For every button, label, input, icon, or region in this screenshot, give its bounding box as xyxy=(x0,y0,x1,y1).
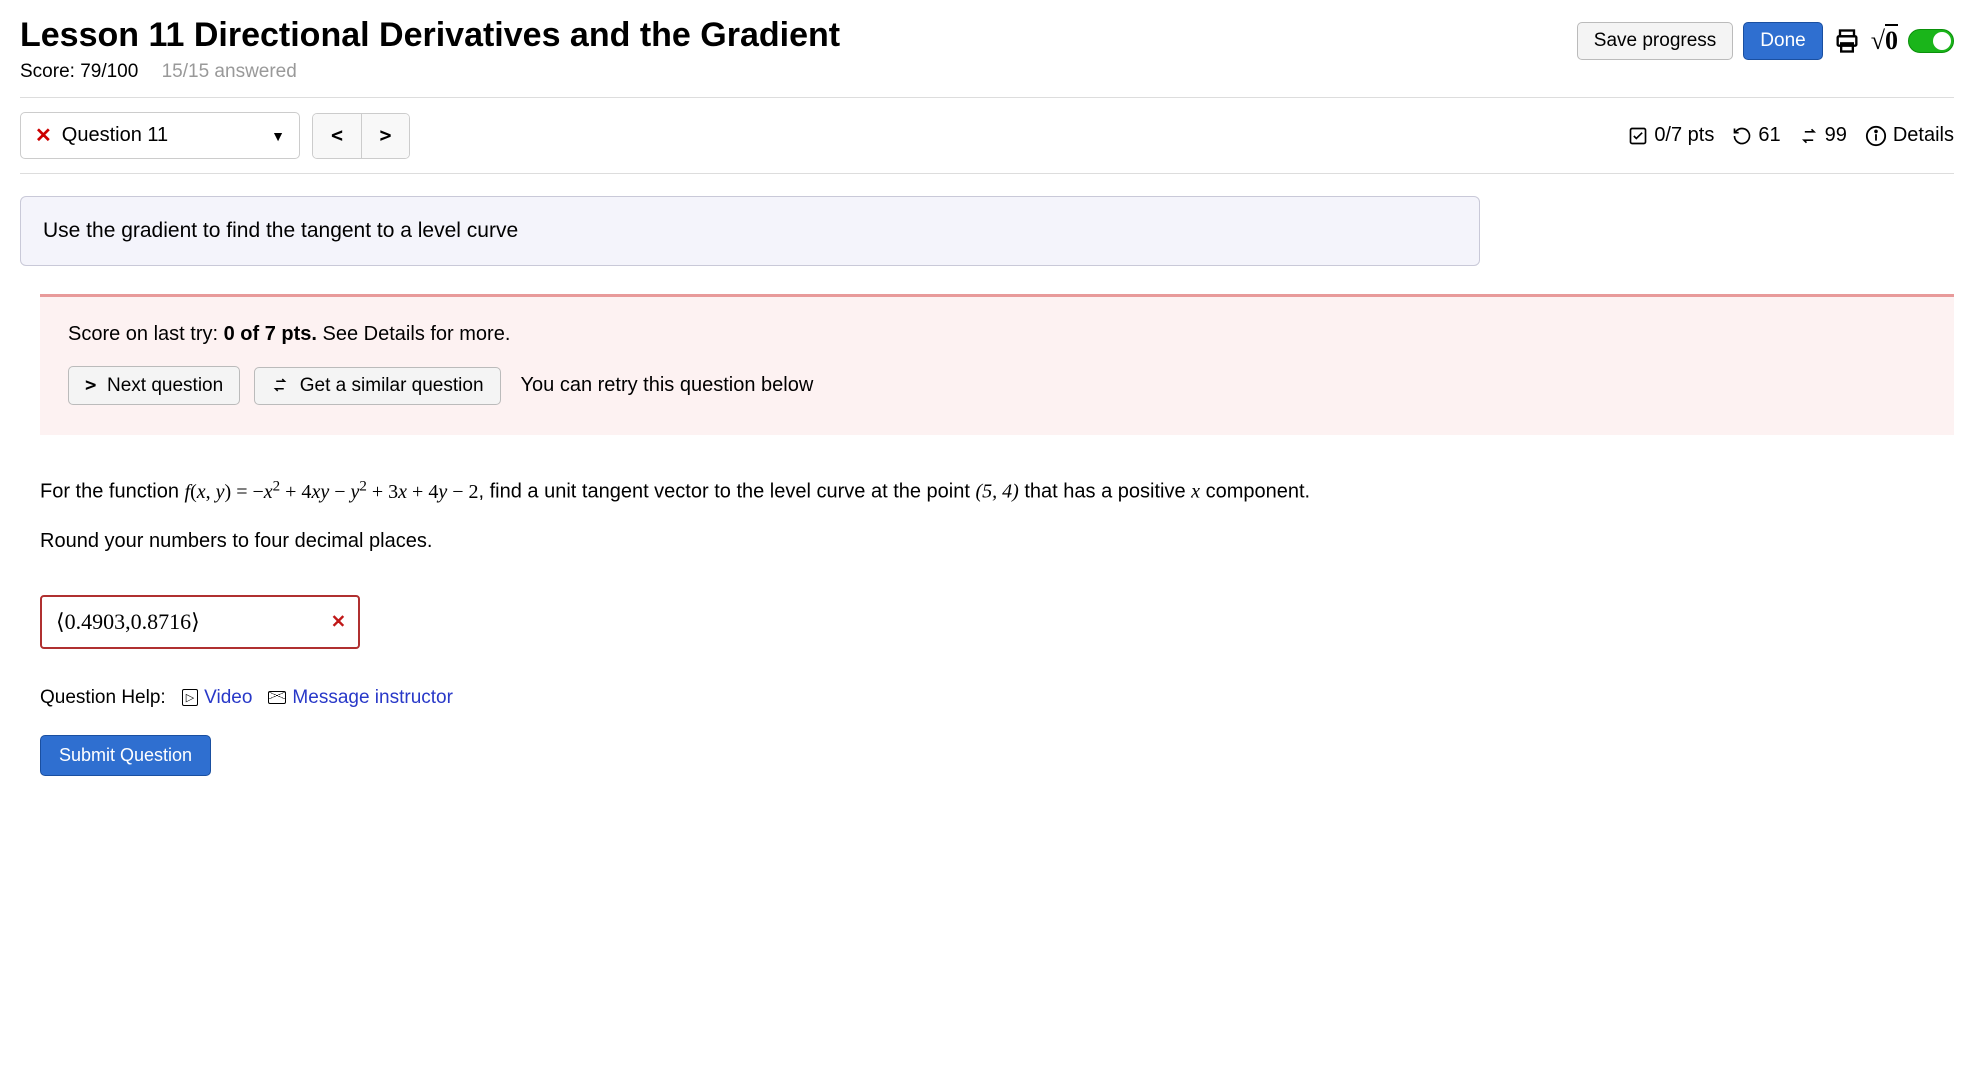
answer-input[interactable]: ⟨0.4903,0.8716⟩ ✕ xyxy=(40,595,360,649)
feedback-actions: > Next question Get a similar question Y… xyxy=(68,366,1926,405)
next-question-button[interactable]: > xyxy=(361,114,409,158)
checkbox-icon xyxy=(1628,126,1648,146)
question-meta: 0/7 pts 61 99 Details xyxy=(1628,124,1954,147)
top-buttons: Save progress Done √0 xyxy=(1577,22,1954,60)
question-selector[interactable]: ✕ Question 11 ▼ xyxy=(20,112,300,159)
print-icon[interactable] xyxy=(1833,27,1861,55)
score-value: 79/100 xyxy=(80,61,138,82)
feedback-box: Score on last try: 0 of 7 pts. See Detai… xyxy=(40,294,1954,435)
retry-icon xyxy=(1732,126,1752,146)
feedback-text: Score on last try: 0 of 7 pts. See Detai… xyxy=(68,323,1926,346)
attempts-display: 99 xyxy=(1799,124,1847,147)
answered-count: 15/15 answered xyxy=(162,61,297,82)
score-label: Score: xyxy=(20,61,75,82)
instruction-box: Use the gradient to find the tangent to … xyxy=(20,196,1480,266)
page-title: Lesson 11 Directional Derivatives and th… xyxy=(20,16,840,55)
question-nav-left: ✕ Question 11 ▼ < > xyxy=(20,112,410,159)
rounding-instruction: Round your numbers to four decimal place… xyxy=(40,530,1480,553)
header-left: Lesson 11 Directional Derivatives and th… xyxy=(20,16,840,83)
incorrect-icon: ✕ xyxy=(331,611,346,632)
help-label: Question Help: xyxy=(40,687,166,709)
retries-display: 61 xyxy=(1732,124,1780,147)
nav-arrows: < > xyxy=(312,113,410,159)
details-link[interactable]: Details xyxy=(1865,124,1954,147)
points-display: 0/7 pts xyxy=(1628,124,1714,147)
header-row: Lesson 11 Directional Derivatives and th… xyxy=(20,16,1954,83)
submit-question-button[interactable]: Submit Question xyxy=(40,735,211,776)
next-question-action-button[interactable]: > Next question xyxy=(68,366,240,405)
separator xyxy=(20,97,1954,98)
answer-wrap: ⟨0.4903,0.8716⟩ ✕ xyxy=(40,595,1480,649)
play-icon: ▷ xyxy=(182,689,198,706)
retry-text: You can retry this question below xyxy=(521,374,814,397)
question-nav-row: ✕ Question 11 ▼ < > 0/7 pts 61 99 Detail… xyxy=(20,112,1954,159)
separator-2 xyxy=(20,173,1954,174)
question-body: For the function f(x, y) = −x2 + 4xy − y… xyxy=(40,475,1480,776)
wrong-icon: ✕ xyxy=(35,123,52,148)
done-button[interactable]: Done xyxy=(1743,22,1822,60)
prev-question-button[interactable]: < xyxy=(313,114,361,158)
answer-value: ⟨0.4903,0.8716⟩ xyxy=(56,609,200,634)
score-line: Score: 79/100 15/15 answered xyxy=(20,61,840,83)
math-display-toggle[interactable] xyxy=(1908,29,1954,53)
chevron-right-icon: > xyxy=(85,374,96,396)
envelope-icon xyxy=(268,691,286,704)
help-row: Question Help: ▷ Video Message instructo… xyxy=(40,687,1480,709)
math-display-icon: √0 xyxy=(1871,26,1898,56)
similar-question-button[interactable]: Get a similar question xyxy=(254,367,500,405)
swap-icon xyxy=(1799,126,1819,146)
video-link[interactable]: ▷ Video xyxy=(182,687,253,709)
info-icon xyxy=(1865,125,1887,147)
question-selector-label: Question 11 xyxy=(62,124,168,147)
caret-down-icon: ▼ xyxy=(271,128,285,144)
message-instructor-link[interactable]: Message instructor xyxy=(268,687,453,709)
swap-icon xyxy=(271,376,289,394)
save-progress-button[interactable]: Save progress xyxy=(1577,22,1734,60)
question-text: For the function f(x, y) = −x2 + 4xy − y… xyxy=(40,475,1480,508)
